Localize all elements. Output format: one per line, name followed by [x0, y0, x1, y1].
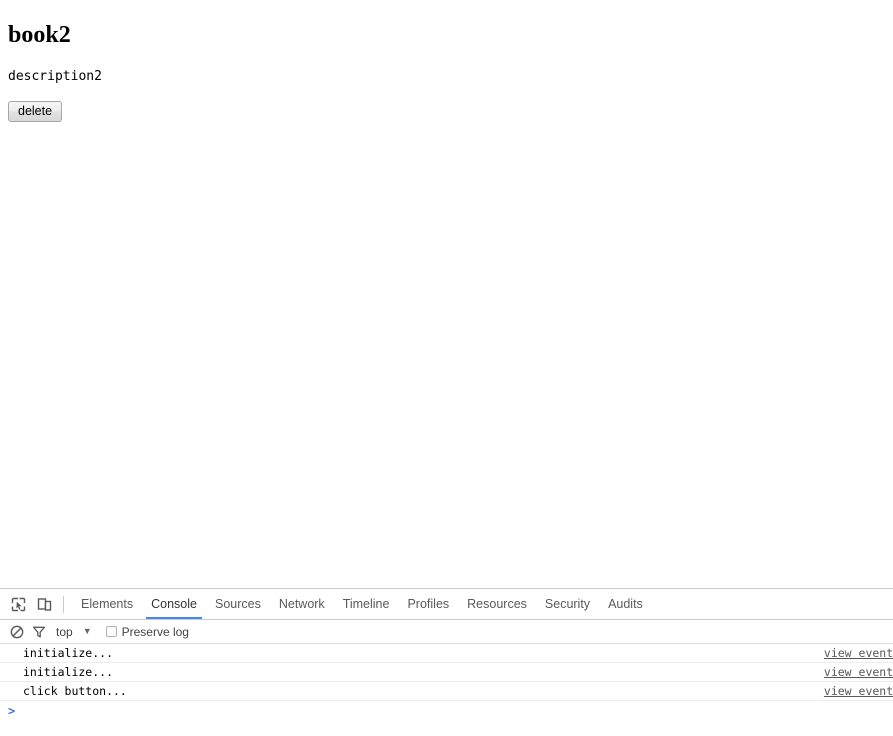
- tab-profiles[interactable]: Profiles: [398, 589, 458, 619]
- console-message-text: click button...: [23, 683, 127, 698]
- console-source-link[interactable]: view event.h: [824, 663, 893, 681]
- tab-timeline[interactable]: Timeline: [334, 589, 399, 619]
- book-description: description2: [8, 69, 102, 85]
- toolbar-divider: [63, 595, 64, 613]
- tab-audits[interactable]: Audits: [599, 589, 652, 619]
- devtools-panel: Elements Console Sources Network Timelin…: [0, 588, 893, 736]
- console-prompt-input[interactable]: [15, 701, 893, 721]
- tab-security[interactable]: Security: [536, 589, 599, 619]
- console-message-text: initialize...: [23, 645, 114, 660]
- console-message-row[interactable]: initialize... view event.h: [0, 663, 893, 682]
- delete-button[interactable]: delete: [8, 100, 63, 122]
- device-toolbar-icon[interactable]: [31, 591, 57, 617]
- devtools-tabbar: Elements Console Sources Network Timelin…: [0, 589, 893, 620]
- console-message-list: initialize... view event.h initialize...…: [0, 644, 893, 721]
- tab-console[interactable]: Console: [142, 589, 206, 619]
- chevron-down-icon[interactable]: ▼: [83, 627, 92, 636]
- preserve-log-checkbox[interactable]: [105, 626, 117, 637]
- preserve-log-toggle[interactable]: Preserve log: [105, 624, 189, 639]
- page-title: book2: [8, 22, 71, 48]
- clear-console-icon[interactable]: [6, 621, 28, 643]
- console-prompt-chevron-icon: >: [8, 704, 16, 718]
- console-source-link[interactable]: view event.h: [824, 682, 893, 700]
- tab-sources[interactable]: Sources: [206, 589, 270, 619]
- tab-resources[interactable]: Resources: [458, 589, 536, 619]
- preserve-log-label: Preserve log: [121, 624, 189, 639]
- console-message-text: initialize...: [23, 664, 114, 679]
- console-prompt-row[interactable]: >: [0, 701, 893, 721]
- console-message-row[interactable]: initialize... view event.h: [0, 644, 893, 663]
- console-options-bar: top ▼ Preserve log: [0, 620, 893, 644]
- console-context-select[interactable]: top: [56, 625, 73, 639]
- filter-icon[interactable]: [28, 621, 50, 643]
- page-viewport: book2 description2 delete: [0, 0, 893, 588]
- inspect-element-icon[interactable]: [5, 591, 31, 617]
- console-source-link[interactable]: view event.h: [824, 644, 893, 662]
- tab-elements[interactable]: Elements: [72, 589, 142, 619]
- tab-network[interactable]: Network: [270, 589, 334, 619]
- console-message-row[interactable]: click button... view event.h: [0, 682, 893, 701]
